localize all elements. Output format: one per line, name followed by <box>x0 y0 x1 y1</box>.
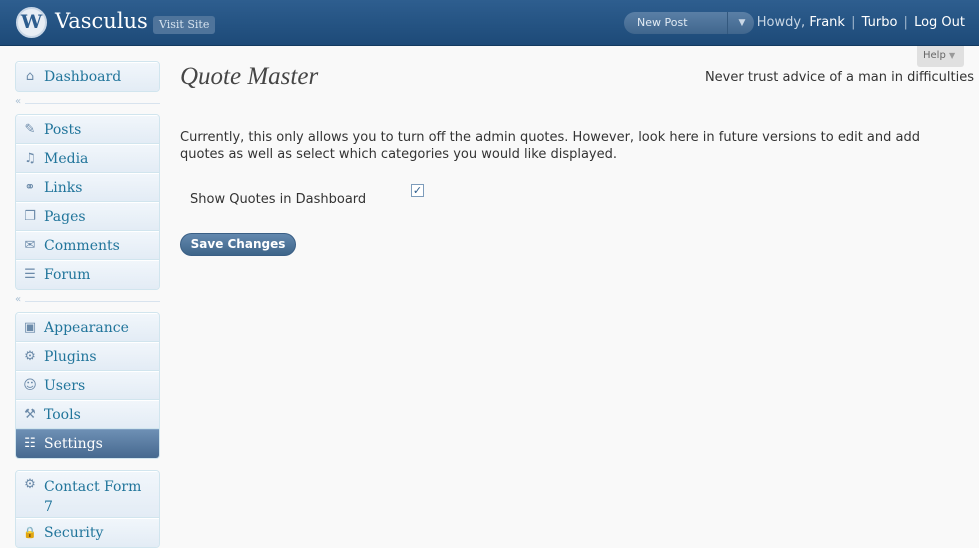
contact-form-icon: ⚙ <box>24 477 36 492</box>
appearance-icon: ▣ <box>23 319 37 335</box>
menu-collapse-separator[interactable]: « <box>15 290 160 312</box>
posts-icon: ✎ <box>24 121 36 137</box>
menu-group-admin: ▣ Appearance ⚙ Plugins ☺ Users ⚒ Tools ☷… <box>15 312 160 459</box>
plugins-icon: ⚙ <box>24 348 36 364</box>
site-title: Vasculus <box>55 9 148 33</box>
menu-group-dashboard: ⌂ Dashboard <box>15 61 160 92</box>
divider <box>25 301 160 302</box>
admin-menu: ⌂ Dashboard « ✎ Posts ♫ Media ⚭ Links ❐ … <box>15 61 160 548</box>
dashboard-icon: ⌂ <box>25 69 35 84</box>
forum-icon: ☰ <box>24 267 36 282</box>
menu-item-label: Forum <box>44 267 91 283</box>
menu-item-contact-form-7[interactable]: ⚙ Contact Form 7 <box>16 471 159 518</box>
menu-item-label: Security <box>44 525 104 541</box>
menu-group-content: ✎ Posts ♫ Media ⚭ Links ❐ Pages ✉ Commen… <box>15 114 160 290</box>
menu-item-posts[interactable]: ✎ Posts <box>16 115 159 144</box>
menu-collapse-separator[interactable]: « <box>15 92 160 114</box>
menu-item-security[interactable]: 🔒 Security <box>16 518 159 547</box>
new-post-label: New Post <box>637 16 688 29</box>
menu-item-links[interactable]: ⚭ Links <box>16 173 159 202</box>
menu-item-label: Plugins <box>44 348 97 365</box>
menu-item-label: Media <box>44 150 89 167</box>
menu-group-plugins: ⚙ Contact Form 7 🔒 Security <box>15 470 160 548</box>
menu-item-comments[interactable]: ✉ Comments <box>16 231 159 260</box>
wordpress-logo-icon[interactable]: W <box>16 7 47 38</box>
separator: | <box>903 15 908 30</box>
tools-icon: ⚒ <box>24 406 36 422</box>
menu-item-appearance[interactable]: ▣ Appearance <box>16 313 159 342</box>
users-icon: ☺ <box>23 377 37 393</box>
menu-item-forum[interactable]: ☰ Forum <box>16 260 159 289</box>
user-profile-link[interactable]: Frank <box>809 15 845 30</box>
links-icon: ⚭ <box>24 179 36 195</box>
separator: | <box>851 15 856 30</box>
menu-item-label: Users <box>44 377 86 394</box>
new-post-button[interactable]: New Post ▼ <box>624 12 754 34</box>
menu-item-label: Comments <box>44 237 120 254</box>
menu-item-tools[interactable]: ⚒ Tools <box>16 400 159 429</box>
save-changes-button[interactable]: Save Changes <box>180 233 296 256</box>
visit-site-button[interactable]: Visit Site <box>153 16 216 34</box>
menu-item-pages[interactable]: ❐ Pages <box>16 202 159 231</box>
menu-item-label: Settings <box>44 436 103 452</box>
menu-item-settings[interactable]: ☷ Settings <box>16 429 159 458</box>
collapse-arrow-icon[interactable]: « <box>15 294 21 305</box>
comments-icon: ✉ <box>24 237 36 253</box>
howdy-text: Howdy, <box>756 15 806 30</box>
user-links: Howdy, Frank | Turbo | Log Out <box>757 15 965 30</box>
menu-item-label: Links <box>44 179 83 196</box>
log-out-link[interactable]: Log Out <box>914 15 965 30</box>
menu-item-label: Contact Form 7 <box>44 479 142 515</box>
pages-icon: ❐ <box>24 208 36 224</box>
menu-item-label: Pages <box>44 208 86 225</box>
chevron-down-icon[interactable]: ▼ <box>733 12 751 34</box>
menu-item-label: Tools <box>44 406 81 423</box>
menu-item-dashboard[interactable]: ⌂ Dashboard <box>16 62 159 91</box>
new-post-divider <box>727 12 728 34</box>
divider <box>25 103 160 104</box>
settings-icon: ☷ <box>24 436 36 451</box>
menu-item-plugins[interactable]: ⚙ Plugins <box>16 342 159 371</box>
help-label: Help <box>923 50 946 61</box>
show-quotes-label: Show Quotes in Dashboard <box>190 192 367 207</box>
admin-header: W Vasculus Visit Site New Post ▼ Howdy, … <box>0 0 979 46</box>
menu-item-users[interactable]: ☺ Users <box>16 371 159 400</box>
show-quotes-checkbox[interactable]: ✓ <box>411 184 424 197</box>
menu-item-label: Appearance <box>44 319 129 336</box>
page-title: Quote Master <box>180 63 319 90</box>
lock-icon: 🔒 <box>23 526 37 539</box>
media-icon: ♫ <box>24 150 36 166</box>
help-tab[interactable]: Help ▼ <box>917 46 964 67</box>
collapse-arrow-icon[interactable]: « <box>15 96 21 107</box>
page-description: Currently, this only allows you to turn … <box>180 130 920 162</box>
chevron-down-icon: ▼ <box>949 51 956 60</box>
turbo-link[interactable]: Turbo <box>862 15 898 30</box>
menu-item-label: Posts <box>44 121 82 138</box>
admin-quote: Never trust advice of a man in difficult… <box>704 70 974 85</box>
menu-item-media[interactable]: ♫ Media <box>16 144 159 173</box>
menu-item-label: Dashboard <box>44 69 122 85</box>
checkmark-icon: ✓ <box>412 184 423 197</box>
